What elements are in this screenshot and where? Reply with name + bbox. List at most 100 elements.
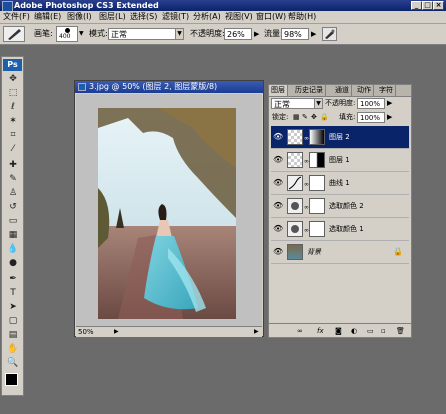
brush-tool-icon[interactable]: ✎	[5, 174, 21, 185]
visibility-eye-icon[interactable]: 👁	[273, 201, 283, 211]
airbrush-toggle[interactable]	[322, 27, 337, 41]
visibility-eye-icon[interactable]: 👁	[273, 155, 283, 165]
path-selection-tool-icon[interactable]: ➤	[5, 302, 21, 313]
lock-position-icon[interactable]: ✥	[311, 111, 317, 123]
pen-tool-icon[interactable]: ✒	[5, 274, 21, 285]
menu-edit[interactable]: 编辑(E)	[34, 11, 61, 23]
status-bar: 50% ▶ ▶	[76, 326, 262, 337]
minimize-button[interactable]: _	[411, 1, 422, 10]
lasso-tool-icon[interactable]: ℓ	[5, 102, 21, 113]
canvas-area[interactable]	[76, 94, 262, 326]
lock-all-icon[interactable]: 🔒	[320, 111, 329, 123]
layer-row-background[interactable]: 👁 背景 🔒	[271, 241, 409, 264]
zoom-level[interactable]: 50%	[78, 327, 94, 337]
maximize-button[interactable]: □	[422, 1, 433, 10]
photo-canvas[interactable]	[98, 108, 236, 319]
visibility-eye-icon[interactable]: 👁	[273, 132, 283, 142]
curve-glyph	[288, 176, 302, 190]
menu-select[interactable]: 选择(S)	[130, 11, 157, 23]
layer-mask-thumbnail[interactable]	[309, 129, 325, 145]
layer-name: 图层 2	[329, 133, 350, 141]
menu-analysis[interactable]: 分析(A)	[193, 11, 221, 23]
ps-logo: Ps	[3, 59, 22, 71]
marquee-tool-icon[interactable]: ⬚	[5, 88, 21, 99]
mode-value: 正常	[111, 30, 127, 39]
visibility-eye-icon[interactable]: 👁	[273, 247, 283, 257]
magic-wand-tool-icon[interactable]: ✶	[5, 116, 21, 127]
menu-view[interactable]: 视图(V)	[225, 11, 253, 23]
blur-tool-icon[interactable]: 💧	[5, 244, 21, 255]
close-button[interactable]: ×	[433, 1, 444, 10]
layer-row-layer-2[interactable]: 👁 ∞ 图层 2	[271, 126, 409, 149]
layer-mask-thumbnail[interactable]	[309, 175, 325, 191]
tab-actions[interactable]: 动作	[355, 85, 374, 96]
crop-tool-icon[interactable]: ⌗	[5, 130, 21, 141]
status-menu-arrow[interactable]: ▶	[114, 327, 119, 337]
visibility-eye-icon[interactable]: 👁	[273, 224, 283, 234]
airbrush-icon	[325, 29, 335, 39]
adjustment-layer-icon[interactable]: ◐	[351, 324, 357, 338]
layer-opacity-label: 不透明度:	[325, 99, 356, 107]
new-group-icon[interactable]: ▭	[367, 324, 374, 338]
fill-value: 100%	[360, 114, 381, 122]
foreground-color-swatch[interactable]	[5, 373, 18, 386]
tab-channels[interactable]: 通道	[333, 85, 352, 96]
eraser-tool-icon[interactable]: ▭	[5, 216, 21, 227]
layer-row-layer-1[interactable]: 👁 ∞ 图层 1	[271, 149, 409, 172]
layers-panel: 图层 历史记录 通道 动作 字符 正常 ▼ 不透明度: 100% ▶ 锁定: ▦…	[268, 84, 412, 338]
blend-mode-arrow[interactable]: ▼	[314, 98, 323, 109]
delete-layer-icon[interactable]: 🗑	[396, 324, 405, 338]
tab-character[interactable]: 字符	[377, 85, 396, 96]
type-tool-icon[interactable]: T	[5, 288, 21, 299]
notes-tool-icon[interactable]: ▤	[5, 330, 21, 341]
tab-history[interactable]: 历史记录	[293, 85, 326, 96]
fill-input[interactable]: 100%	[357, 112, 385, 123]
layer-style-icon[interactable]: fx	[317, 324, 324, 338]
layer-row-selective-color-1[interactable]: 👁 ∞ 选取颜色 1	[271, 218, 409, 241]
brush-picker[interactable]: 400	[56, 26, 78, 42]
menu-layer[interactable]: 图层(L)	[99, 11, 126, 23]
add-mask-icon[interactable]: ◙	[335, 324, 342, 338]
zoom-tool-icon[interactable]: 🔍	[5, 358, 21, 369]
opacity-input[interactable]: 26%	[224, 28, 252, 40]
layer-row-selective-color-2[interactable]: 👁 ∞ 选取颜色 2	[271, 195, 409, 218]
layer-mask-thumbnail[interactable]	[309, 152, 325, 168]
layer-mask-thumbnail[interactable]	[309, 198, 325, 214]
lock-image-icon[interactable]: ✎	[302, 111, 308, 123]
move-tool-icon[interactable]: ✥	[5, 74, 21, 85]
link-layers-icon[interactable]: ∞	[297, 324, 303, 338]
menu-file[interactable]: 文件(F)	[3, 11, 30, 23]
layer-row-curves-1[interactable]: 👁 ∞ 曲线 1	[271, 172, 409, 195]
mode-dropdown-arrow[interactable]: ▼	[175, 28, 184, 40]
layer-opacity-input[interactable]: 100%	[357, 98, 385, 109]
shape-tool-icon[interactable]: ▢	[5, 316, 21, 327]
lock-transparent-icon[interactable]: ▦	[293, 111, 300, 123]
new-layer-icon[interactable]: ▫	[381, 324, 386, 338]
flow-input[interactable]: 98%	[281, 28, 309, 40]
layer-opacity-arrow[interactable]: ▶	[387, 97, 392, 109]
tool-preset-picker[interactable]	[3, 26, 25, 42]
toolbox: Ps ✥ ⬚ ℓ ✶ ⌗ ⁄ ✚ ✎ ♙ ↺ ▭ ▦ 💧 ● ✒ T ➤ ▢ ▤…	[1, 56, 24, 396]
hand-tool-icon[interactable]: ✋	[5, 344, 21, 355]
flow-value: 98%	[284, 30, 302, 39]
fill-arrow[interactable]: ▶	[387, 111, 392, 123]
opacity-value: 26%	[227, 30, 245, 39]
healing-brush-tool-icon[interactable]: ✚	[5, 160, 21, 171]
menu-filter[interactable]: 滤镜(T)	[162, 11, 189, 23]
clone-stamp-tool-icon[interactable]: ♙	[5, 188, 21, 199]
visibility-eye-icon[interactable]: 👁	[273, 178, 283, 188]
brush-dropdown-arrow[interactable]: ▼	[79, 28, 84, 40]
layer-mask-thumbnail[interactable]	[309, 221, 325, 237]
opacity-slider-arrow[interactable]: ▶	[254, 28, 259, 40]
mode-select[interactable]: 正常	[108, 28, 184, 40]
eyedropper-tool-icon[interactable]: ⁄	[5, 144, 21, 155]
tab-layers[interactable]: 图层	[269, 85, 288, 96]
scroll-right-arrow[interactable]: ▶	[254, 327, 259, 337]
menu-help[interactable]: 帮助(H)	[288, 11, 316, 23]
menu-window[interactable]: 窗口(W)	[256, 11, 286, 23]
flow-slider-arrow[interactable]: ▶	[311, 28, 316, 40]
history-brush-tool-icon[interactable]: ↺	[5, 202, 21, 213]
gradient-tool-icon[interactable]: ▦	[5, 230, 21, 241]
dodge-tool-icon[interactable]: ●	[5, 258, 21, 269]
menu-image[interactable]: 图像(I)	[67, 11, 92, 23]
